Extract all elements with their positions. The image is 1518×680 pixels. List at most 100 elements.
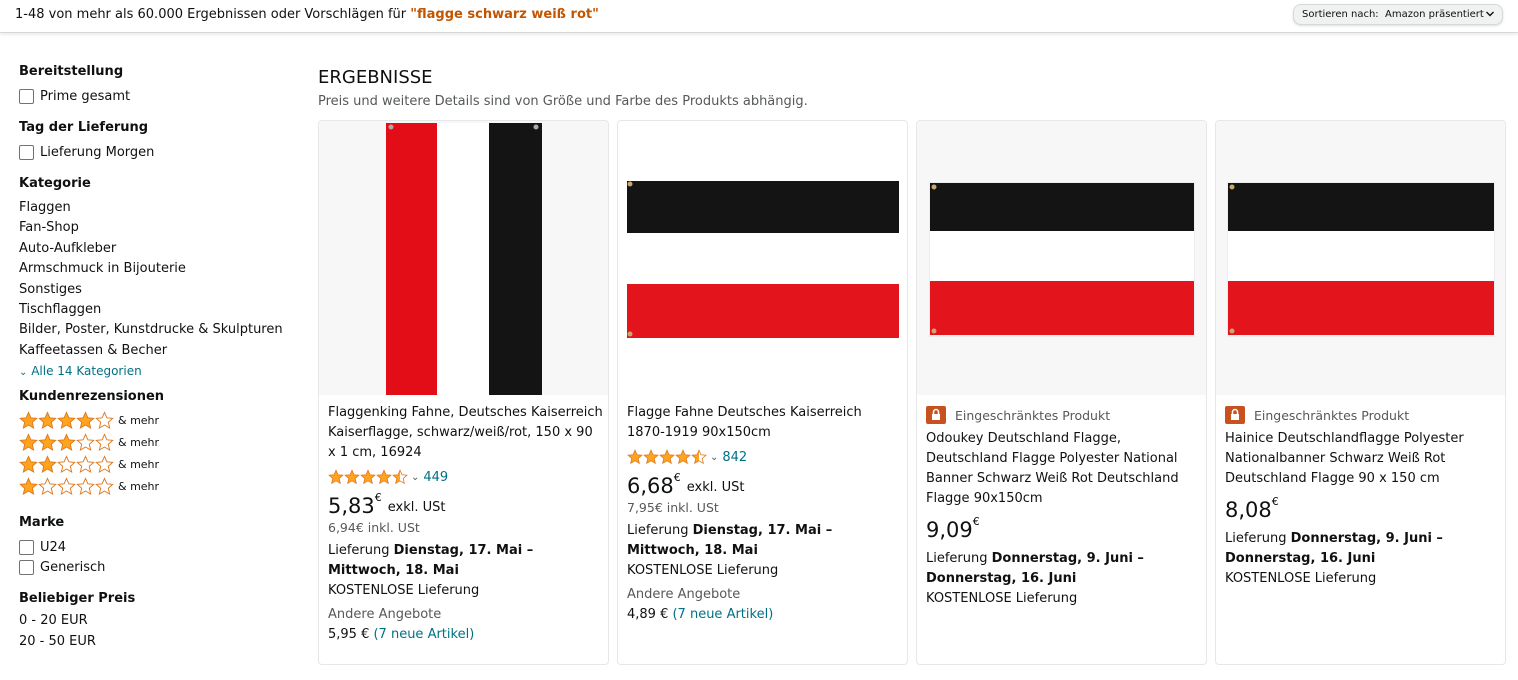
- other-offers-price: 4,89 €: [627, 607, 673, 622]
- results-bar: 1-48 von mehr als 60.000 Ergebnissen ode…: [0, 0, 1518, 33]
- star-icon: [659, 449, 675, 465]
- star-icon: [376, 469, 392, 485]
- product-card[interactable]: Eingeschränktes Produkt Odoukey Deutschl…: [916, 120, 1207, 665]
- price-heading: Beliebiger Preis: [19, 591, 136, 607]
- product-title[interactable]: Flagge Fahne Deutsches Kaiserreich 1870-…: [627, 403, 903, 443]
- other-offers-label: Andere Angebote: [328, 607, 442, 622]
- price-value: 6,68: [627, 474, 674, 498]
- checkbox[interactable]: [19, 539, 34, 555]
- product-title[interactable]: Flaggenking Fahne, Deutsches Kaiserreich…: [328, 403, 604, 463]
- product-card[interactable]: Flaggenking Fahne, Deutsches Kaiserreich…: [318, 120, 609, 665]
- category-link[interactable]: Armschmuck in Bijouterie: [19, 259, 289, 279]
- product-rating[interactable]: ⌄ 449: [328, 465, 604, 489]
- product-image[interactable]: [618, 121, 907, 395]
- other-offers-link[interactable]: (7 neue Artikel): [672, 607, 773, 622]
- review-filter-4[interactable]: & mehr: [19, 409, 289, 431]
- price-incl-vat: 6,94€ inkl. USt: [328, 520, 420, 535]
- star-icon: [19, 476, 38, 495]
- chevron-down-icon: [1486, 11, 1494, 17]
- chevron-down-icon: ⌄: [710, 451, 719, 463]
- star-icon: [57, 476, 76, 495]
- delivery-heading: Bereitstellung: [19, 64, 124, 79]
- product-title[interactable]: Hainice Deutschlandflagge Polyester Nati…: [1225, 429, 1501, 489]
- star-icon: [627, 449, 643, 465]
- price[interactable]: 5,83 € exkl. USt: [328, 489, 604, 519]
- checkbox[interactable]: [19, 144, 34, 160]
- review-filter-label: & mehr: [118, 435, 160, 449]
- product-image[interactable]: [917, 121, 1206, 395]
- price[interactable]: 6,68 € exkl. USt: [627, 469, 903, 499]
- category-link[interactable]: Flaggen: [19, 198, 289, 218]
- all-categories-link[interactable]: ⌄ Alle 14 Kategorien: [19, 361, 289, 381]
- star-icon: [19, 410, 38, 429]
- rating-count[interactable]: 449: [423, 470, 448, 485]
- product-card[interactable]: Eingeschränktes Produkt Hainice Deutschl…: [1215, 120, 1506, 665]
- price-range-link[interactable]: 0 - 20 EUR: [19, 611, 289, 631]
- review-filter-label: & mehr: [118, 479, 160, 493]
- other-offers-link[interactable]: (7 neue Artikel): [373, 627, 474, 642]
- flag-vertical-image: [386, 123, 542, 395]
- sort-dropdown[interactable]: Sortieren nach: Amazon präsentiert: [1293, 4, 1503, 25]
- star-rating-icon: [19, 476, 114, 496]
- prime-filter[interactable]: Prime gesamt: [19, 86, 289, 106]
- brand-filter[interactable]: Generisch: [19, 557, 289, 577]
- price[interactable]: 9,09 €: [926, 513, 1202, 543]
- all-categories-label: Alle 14 Kategorien: [31, 364, 142, 379]
- product-image[interactable]: [1216, 121, 1505, 395]
- tomorrow-label: Lieferung Morgen: [40, 144, 155, 160]
- lock-icon: [926, 406, 946, 424]
- product-image[interactable]: [319, 121, 608, 395]
- checkbox[interactable]: [19, 88, 34, 104]
- star-rating-icon: [19, 432, 114, 452]
- price-value: 5,83: [328, 494, 375, 518]
- star-icon: [19, 432, 38, 451]
- product-title[interactable]: Odoukey Deutschland Flagge, Deutschland …: [926, 429, 1202, 509]
- star-icon: [38, 476, 57, 495]
- star-icon: [95, 410, 114, 429]
- other-offers: 5,95 € (7 neue Artikel): [328, 625, 604, 645]
- price-currency: €: [374, 491, 382, 504]
- free-shipping: KOSTENLOSE Lieferung: [1225, 571, 1377, 586]
- result-count: 1-48 von mehr als 60.000 Ergebnissen ode…: [15, 7, 599, 22]
- star-icon: [76, 410, 95, 429]
- review-filter-3[interactable]: & mehr: [19, 431, 289, 453]
- star-icon: [57, 454, 76, 473]
- flag-horizontal-image: [1227, 182, 1495, 337]
- category-link[interactable]: Sonstiges: [19, 280, 289, 300]
- other-offers: 4,89 € (7 neue Artikel): [627, 605, 903, 625]
- product-rating[interactable]: ⌄ 842: [627, 445, 903, 469]
- category-link[interactable]: Auto-Aufkleber: [19, 239, 289, 259]
- price-range-link[interactable]: 20 - 50 EUR: [19, 632, 289, 652]
- brand-filter[interactable]: U24: [19, 537, 289, 557]
- review-filter-2[interactable]: & mehr: [19, 453, 289, 475]
- star-icon: [76, 476, 95, 495]
- prime-label: Prime gesamt: [40, 88, 131, 104]
- star-rating-icon: [627, 449, 707, 465]
- star-rating-icon: [19, 454, 114, 474]
- category-link[interactable]: Bilder, Poster, Kunstdrucke & Skulpturen: [19, 320, 289, 340]
- category-link[interactable]: Kaffeetassen & Becher: [19, 341, 289, 361]
- delivery-prefix: Lieferung: [328, 543, 394, 558]
- restricted-label: Eingeschränktes Produkt: [955, 407, 1111, 423]
- star-icon: [95, 476, 114, 495]
- rating-count[interactable]: 842: [722, 450, 747, 465]
- checkbox[interactable]: [19, 559, 34, 575]
- flag-horizontal-image: [627, 181, 899, 338]
- brand-label: Generisch: [40, 559, 106, 575]
- tomorrow-filter[interactable]: Lieferung Morgen: [19, 142, 289, 162]
- category-link[interactable]: Tischflaggen: [19, 300, 289, 320]
- review-filter-1[interactable]: & mehr: [19, 475, 289, 497]
- product-card[interactable]: Flagge Fahne Deutsches Kaiserreich 1870-…: [617, 120, 908, 665]
- price-value: 8,08: [1225, 498, 1272, 522]
- star-icon: [328, 469, 344, 485]
- price-currency: €: [1271, 495, 1279, 508]
- star-icon: [643, 449, 659, 465]
- category-link[interactable]: Fan-Shop: [19, 218, 289, 238]
- star-icon: [19, 454, 38, 473]
- price[interactable]: 8,08 €: [1225, 493, 1501, 523]
- filter-sidebar: Bereitstellung Prime gesamt Tag der Lief…: [19, 62, 289, 652]
- other-offers-price: 5,95 €: [328, 627, 374, 642]
- free-shipping: KOSTENLOSE Lieferung: [926, 591, 1078, 606]
- results-subheading: Preis und weitere Details sind von Größe…: [318, 94, 808, 109]
- star-icon: [360, 469, 376, 485]
